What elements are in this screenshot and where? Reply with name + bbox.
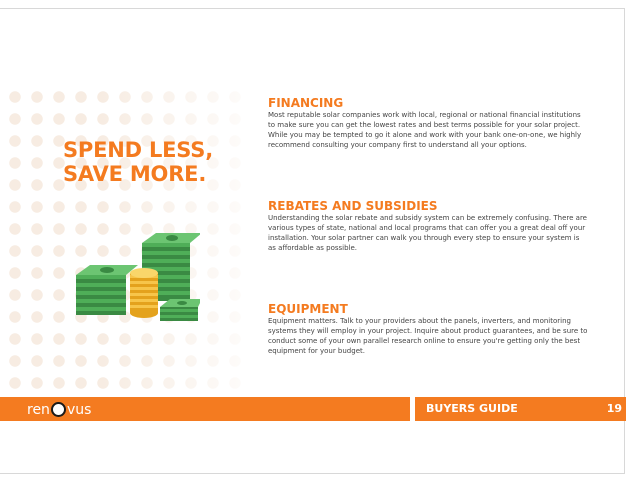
- section-title: EQUIPMENT: [268, 302, 348, 316]
- section-body: Most reputable solar companies work with…: [268, 111, 582, 149]
- section-title: REBATES AND SUBSIDIES: [268, 199, 438, 213]
- brand-logo: ren vus: [27, 402, 91, 417]
- logo-o-icon: [50, 402, 66, 417]
- section-body: Understanding the solar rebate and subsi…: [268, 214, 587, 252]
- left-money-stack: [76, 265, 138, 315]
- section-title: FINANCING: [268, 96, 344, 110]
- headline: SPEND LESS, SAVE MORE.: [63, 138, 213, 186]
- logo-text-suffix: vus: [66, 401, 92, 418]
- footer-title: BUYERS GUIDE: [426, 402, 518, 415]
- page-number: 19: [606, 402, 622, 415]
- section-equipment: EQUIPMENT Equipment matters. Talk to you…: [268, 302, 588, 356]
- headline-line-1: SPEND LESS,: [63, 138, 213, 162]
- section-financing: FINANCING Most reputable solar companies…: [268, 96, 588, 150]
- section-rebates: REBATES AND SUBSIDIES Understanding the …: [268, 199, 588, 253]
- coin-stack: [130, 268, 158, 318]
- section-body: Equipment matters. Talk to your provider…: [268, 317, 588, 355]
- headline-line-2: SAVE MORE.: [63, 162, 207, 186]
- front-money-stack: [160, 299, 200, 321]
- logo-text-prefix: ren: [27, 401, 50, 418]
- money-stacks-and-coins-icon: [76, 233, 200, 321]
